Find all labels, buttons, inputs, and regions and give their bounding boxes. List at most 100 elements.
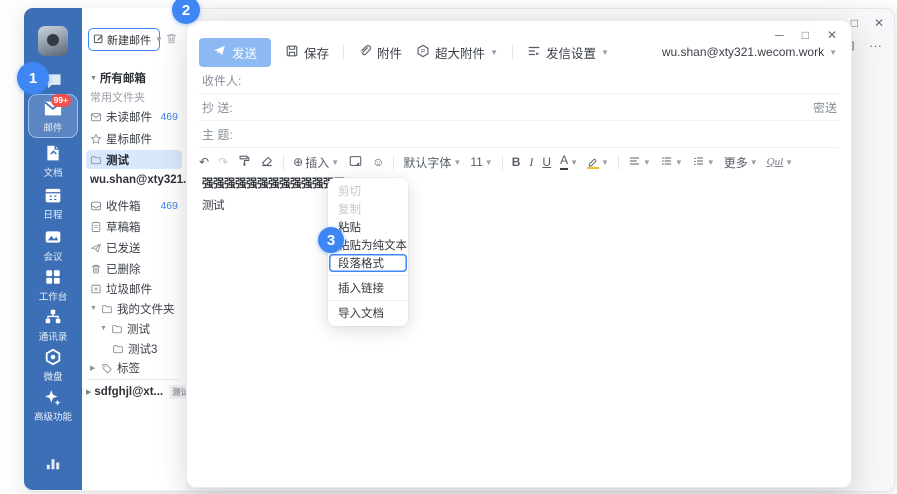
highlight-button[interactable]: ▼	[587, 156, 609, 169]
large-attachment-button[interactable]: P 超大附件 ▼	[416, 43, 498, 62]
folder-drafts[interactable]: 草稿箱	[86, 217, 182, 236]
caret-down-icon: ▼	[90, 75, 97, 82]
signature-icon: Qul	[767, 156, 784, 168]
send-button[interactable]: 发送	[199, 38, 271, 67]
emoji-icon[interactable]: ☺	[372, 156, 384, 168]
more-options-icon[interactable]: ···	[869, 39, 882, 52]
section-all-mail[interactable]: ▼ 所有邮箱	[90, 70, 146, 86]
toolbar-separator	[512, 45, 513, 60]
folder-spam[interactable]: 垃圾邮件	[86, 279, 182, 298]
folder-test-selected[interactable]: 测试	[86, 150, 182, 169]
subject-field[interactable]: 主 题:	[199, 121, 839, 148]
font-size-select[interactable]: 11 ▼	[470, 155, 492, 169]
caret-down-icon: ▼	[100, 325, 107, 332]
caret-right-icon: ▶	[86, 388, 91, 396]
nav-advanced[interactable]: 高级功能	[27, 388, 79, 423]
folder-unread[interactable]: 未读邮件 469	[86, 107, 182, 126]
chevron-down-icon: ▼	[785, 158, 793, 167]
menu-item-insert-link[interactable]: 插入链接	[328, 279, 408, 297]
cc-field[interactable]: 抄 送: 密送	[199, 94, 839, 121]
chevron-down-icon: ▼	[331, 158, 339, 167]
menu-item-import-doc[interactable]: 导入文档	[328, 304, 408, 322]
bullet-list-button[interactable]: ▼	[660, 155, 683, 170]
nav-drive[interactable]: 微盘	[27, 348, 79, 383]
nav-contacts[interactable]: 通讯录	[27, 308, 79, 343]
draft-icon	[90, 221, 102, 233]
screenshot-icon[interactable]	[348, 154, 363, 171]
menu-item-cut[interactable]: 剪切	[328, 182, 408, 200]
font-color-button[interactable]: A ▼	[560, 154, 578, 169]
align-icon	[628, 155, 641, 170]
menu-separator	[328, 300, 408, 301]
caret-right-icon: ▶	[90, 364, 97, 372]
mail-icon: 99+	[43, 100, 63, 117]
chevron-down-icon: ▼	[829, 48, 837, 57]
undo-icon[interactable]: ↶	[199, 156, 209, 168]
nav-docs[interactable]: 文档	[27, 144, 79, 179]
compose-icon	[93, 33, 104, 47]
settings-list-icon	[527, 44, 541, 61]
trash-icon[interactable]	[165, 32, 178, 50]
to-field[interactable]: 收件人:	[199, 67, 839, 94]
insert-menu[interactable]: ⊕ 插入 ▼	[293, 154, 339, 171]
menu-item-copy[interactable]: 复制	[328, 200, 408, 218]
folder-tags[interactable]: ▶ 标签	[86, 358, 182, 377]
folder-test3[interactable]: 测试3	[86, 339, 182, 358]
avatar[interactable]	[38, 26, 68, 56]
save-button[interactable]: 保存	[285, 43, 329, 62]
from-account-selector[interactable]: wu.shan@xty321.wecom.work ▼	[662, 45, 837, 59]
italic-button[interactable]: I	[529, 155, 533, 170]
format-painter-icon[interactable]	[237, 154, 251, 171]
chevron-down-icon: ▼	[643, 158, 651, 167]
menu-item-paragraph-format[interactable]: 段落格式	[329, 254, 407, 272]
bar-chart-icon	[44, 454, 62, 472]
nav-calendar[interactable]: 日程	[27, 186, 79, 221]
screenshot-root: □ ✕ ⊟ ··· 99+ 邮件 文档 日程	[0, 0, 897, 494]
annotation-step-3: 3	[318, 227, 344, 253]
more-formats-button[interactable]: 更多 ▼	[724, 154, 758, 171]
numbered-list-icon	[692, 155, 705, 170]
folder-deleted[interactable]: 已删除	[86, 259, 182, 278]
annotation-step-1: 1	[17, 62, 49, 94]
caret-down-icon: ▼	[90, 305, 97, 312]
attachment-button[interactable]: 附件	[358, 43, 402, 62]
send-settings-button[interactable]: 发信设置 ▼	[527, 43, 609, 62]
nav-workbench[interactable]: 工作台	[27, 268, 79, 303]
compose-mail-button[interactable]: 新建邮件 ▼	[88, 28, 160, 51]
numbered-list-button[interactable]: ▼	[692, 155, 715, 170]
chevron-down-icon: ▼	[453, 158, 461, 167]
section-account1[interactable]: wu.shan@xty321....	[90, 174, 196, 186]
bcc-toggle[interactable]: 密送	[813, 99, 839, 116]
document-icon	[44, 144, 62, 162]
folder-test-sub[interactable]: ▼ 测试	[86, 319, 182, 338]
font-family-select[interactable]: 默认字体 ▼	[403, 154, 461, 171]
compose-window: ─ □ ✕ 发送 保存 附件 P 超大附件 ▼	[186, 20, 852, 488]
chevron-down-icon: ▼	[570, 158, 578, 167]
paper-plane-icon	[90, 242, 102, 254]
highlighter-icon	[587, 156, 599, 169]
folder-sent[interactable]: 已发送	[86, 238, 182, 257]
nav-mail[interactable]: 99+ 邮件	[27, 100, 79, 134]
save-icon	[285, 44, 299, 61]
folder-inbox[interactable]: 收件箱 469	[86, 196, 182, 215]
svg-text:P: P	[421, 48, 425, 55]
underline-button[interactable]: U	[542, 155, 551, 169]
grid-icon	[44, 268, 62, 286]
toolbar-separator	[343, 45, 344, 60]
clear-format-icon[interactable]	[260, 154, 274, 171]
redo-icon[interactable]: ↷	[218, 156, 228, 168]
folder-starred[interactable]: 星标邮件	[86, 129, 182, 148]
spam-icon	[90, 283, 102, 295]
body-line-2[interactable]: 测试	[202, 197, 224, 213]
chevron-down-icon: ▼	[601, 48, 609, 57]
bold-button[interactable]: B	[512, 155, 521, 169]
nav-stats[interactable]	[27, 454, 79, 472]
folder-my-folders[interactable]: ▼ 我的文件夹	[86, 299, 182, 318]
body-line-1[interactable]: 强强强强强强强强强强强强强	[202, 175, 345, 191]
nav-meeting[interactable]: 会议	[27, 228, 79, 263]
context-menu: 剪切 复制 粘贴 粘贴为纯文本 段落格式 插入链接 导入文档	[328, 178, 408, 326]
main-close-icon[interactable]: ✕	[874, 17, 884, 29]
align-button[interactable]: ▼	[628, 155, 651, 170]
chevron-down-icon: ▼	[675, 158, 683, 167]
signature-button[interactable]: Qul ▼	[767, 156, 793, 168]
